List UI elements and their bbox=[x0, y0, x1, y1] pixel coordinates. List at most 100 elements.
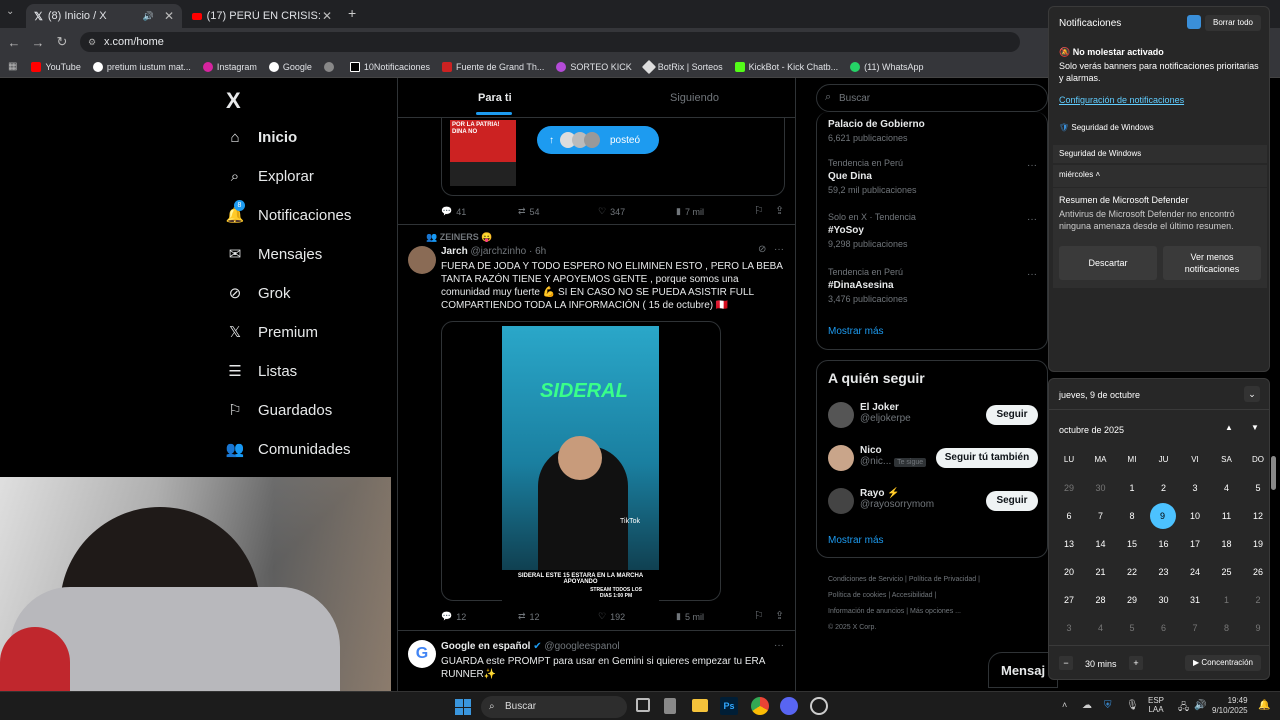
increase-focus-button[interactable]: + bbox=[1129, 656, 1143, 670]
avatar[interactable] bbox=[408, 246, 436, 274]
sidebar-item-mensajes[interactable]: ✉ Mensajes bbox=[226, 245, 323, 264]
close-tab-icon[interactable]: ✕ bbox=[164, 9, 174, 23]
author-name[interactable]: Jarch bbox=[441, 246, 468, 257]
new-posts-pill[interactable]: ↑ posteó bbox=[537, 126, 659, 154]
calendar-month[interactable]: octubre de 2025 bbox=[1059, 425, 1124, 435]
like-button[interactable]: ♡ 347 bbox=[598, 206, 625, 217]
sidebar-item-comunidades[interactable]: 👥 Comunidades bbox=[226, 440, 351, 459]
sidebar-item-inicio[interactable]: ⌂ Inicio bbox=[226, 128, 297, 146]
trend-item[interactable]: Tendencia en Perú #DinaAsesina 3,476 publi… bbox=[828, 267, 908, 304]
calendar-day[interactable]: 6 bbox=[1055, 511, 1083, 521]
avatar[interactable] bbox=[828, 488, 854, 514]
calendar-day[interactable]: 7 bbox=[1087, 511, 1115, 521]
security-row[interactable]: 🛡 Seguridad de Windows bbox=[1059, 123, 1154, 132]
sidebar-item-premium[interactable]: 𝕏 Premium bbox=[226, 323, 318, 342]
suggested-user[interactable]: Nico @nic... Te sigue bbox=[860, 445, 927, 467]
footer-link[interactable]: Más opciones ... bbox=[910, 608, 961, 615]
tab-x-home[interactable]: 𝕏 (8) Inicio / X 🔊 ✕ bbox=[26, 4, 182, 28]
author-name[interactable]: Google en español bbox=[441, 641, 530, 652]
close-tab-icon[interactable]: ✕ bbox=[322, 9, 332, 23]
share-button[interactable]: ⇪ bbox=[775, 609, 784, 622]
trend-item[interactable]: Solo en X · Tendencia #YoSoy 9,298 publica… bbox=[828, 212, 916, 249]
calendar-day[interactable]: 19 bbox=[1244, 539, 1272, 549]
bookmark-whatsapp[interactable]: (11) WhatsApp bbox=[850, 61, 923, 72]
calendar-day[interactable]: 8 bbox=[1118, 511, 1146, 521]
bookmark-button[interactable]: ⚐ bbox=[754, 609, 764, 622]
calendar-day[interactable]: 3 bbox=[1055, 623, 1083, 633]
notification-settings-link[interactable]: Configuración de notificaciones bbox=[1059, 95, 1184, 105]
next-month-icon[interactable]: ▼ bbox=[1251, 423, 1259, 432]
bookmark-globe[interactable] bbox=[323, 61, 338, 72]
calendar-day[interactable]: 17 bbox=[1181, 539, 1209, 549]
calendar-day[interactable]: 30 bbox=[1150, 595, 1178, 605]
trend-item[interactable]: Palacio de Gobierno 6,621 publicaciones bbox=[828, 116, 925, 143]
dismiss-button[interactable]: Descartar bbox=[1059, 246, 1157, 280]
reply-button[interactable]: 💬 41 bbox=[441, 206, 466, 217]
more-icon[interactable]: ··· bbox=[1027, 269, 1037, 280]
chevron-up-icon[interactable]: ˄ bbox=[1062, 700, 1067, 710]
calendar-day[interactable]: 30 bbox=[1087, 483, 1115, 493]
sidebar-item-grok[interactable]: ⊘ Grok bbox=[226, 284, 291, 303]
photoshop-icon[interactable]: Ps bbox=[720, 697, 738, 715]
calendar-day[interactable]: 16 bbox=[1150, 539, 1178, 549]
footer-link[interactable]: Información de anuncios bbox=[828, 608, 904, 615]
calendar-day[interactable]: 14 bbox=[1087, 539, 1115, 549]
focus-button[interactable]: ▶ Concentración bbox=[1185, 655, 1261, 671]
footer-link[interactable]: Política de Privacidad bbox=[909, 576, 976, 583]
views-button[interactable]: ▮ 5 mil bbox=[676, 611, 704, 622]
apps-icon[interactable]: ▦ bbox=[8, 61, 17, 72]
more-icon[interactable]: ··· bbox=[774, 244, 784, 255]
bookmark-instagram[interactable]: Instagram bbox=[202, 61, 257, 72]
trend-item[interactable]: Tendencia en Perú Que Dina 59,2 mil public… bbox=[828, 158, 917, 195]
sidebar-item-explorar[interactable]: ⌕ Explorar bbox=[226, 167, 314, 185]
microphone-icon[interactable]: 🎙 bbox=[1126, 700, 1139, 711]
calendar-day[interactable]: 1 bbox=[1213, 595, 1241, 605]
url-input[interactable]: ⚙ x.com/home bbox=[80, 32, 1020, 52]
author-handle[interactable]: @googleespanol bbox=[544, 641, 619, 652]
task-view-icon[interactable] bbox=[636, 698, 650, 712]
back-icon[interactable]: ← bbox=[2, 35, 26, 50]
shield-icon[interactable]: ⛨ bbox=[1104, 700, 1112, 711]
tab-search-icon[interactable]: ⌄ bbox=[6, 6, 14, 17]
calendar-day[interactable]: 12 bbox=[1244, 511, 1272, 521]
calendar-day[interactable]: 8 bbox=[1213, 623, 1241, 633]
bookmark-kickbot[interactable]: KickBot - Kick Chatb... bbox=[734, 61, 838, 72]
calendar-day[interactable]: 10 bbox=[1181, 511, 1209, 521]
suggested-user[interactable]: Rayo ⚡ @rayosorrymom bbox=[860, 488, 934, 510]
calendar-day[interactable]: 26 bbox=[1244, 567, 1272, 577]
bookmark-sorteo-kick[interactable]: SORTEO KICK bbox=[556, 61, 632, 72]
sidebar-item-notificaciones[interactable]: 🔔 8 Notificaciones bbox=[226, 200, 351, 224]
calendar-day[interactable]: 22 bbox=[1118, 567, 1146, 577]
app-icon[interactable] bbox=[664, 698, 676, 714]
bookmark-fuente[interactable]: Fuente de Grand Th... bbox=[441, 61, 544, 72]
show-fewer-button[interactable]: Ver menos notificaciones bbox=[1163, 246, 1261, 280]
like-button[interactable]: ♡ 192 bbox=[598, 611, 625, 622]
video-thumbnail[interactable]: SIDERAL TikTok SIDERAL ESTE 15 ESTARA EN… bbox=[502, 326, 659, 601]
post-image[interactable]: POR LA PATRIA! DINA NO bbox=[450, 120, 516, 186]
calendar-day[interactable]: 3 bbox=[1181, 483, 1209, 493]
follow-button[interactable]: Seguir bbox=[986, 491, 1038, 511]
tab-youtube[interactable]: (17) PERÚ EN CRISIS: FUERZA P... ✕ bbox=[184, 4, 340, 28]
follow-button[interactable]: Seguir bbox=[986, 405, 1038, 425]
show-more-link[interactable]: Mostrar más bbox=[828, 326, 884, 337]
calendar-day[interactable]: 9 bbox=[1244, 623, 1272, 633]
calendar-day[interactable]: 2 bbox=[1244, 595, 1272, 605]
calendar-day[interactable]: 15 bbox=[1118, 539, 1146, 549]
bookmark-botrix[interactable]: BotRix | Sorteos bbox=[641, 59, 723, 74]
sidebar-item-guardados[interactable]: ⚐ Guardados bbox=[226, 401, 332, 420]
x-logo[interactable]: X bbox=[226, 88, 241, 114]
calendar-day[interactable]: 4 bbox=[1213, 483, 1241, 493]
calendar-day[interactable]: 1 bbox=[1118, 483, 1146, 493]
day-group[interactable]: miércoles ˄ bbox=[1053, 165, 1267, 187]
calendar-day[interactable]: 4 bbox=[1087, 623, 1115, 633]
calendar-day[interactable]: 7 bbox=[1181, 623, 1209, 633]
repost-button[interactable]: ⇄ 54 bbox=[518, 206, 540, 217]
post-context[interactable]: 👥 ZEINERS 😛 bbox=[426, 232, 492, 243]
calendar-day[interactable]: 5 bbox=[1118, 623, 1146, 633]
network-icon[interactable]: 🖧 bbox=[1178, 700, 1189, 717]
suggested-user[interactable]: El Joker @eljokerpe bbox=[860, 402, 911, 424]
taskbar-search[interactable]: ⌕ Buscar bbox=[481, 696, 627, 718]
calendar-day[interactable]: 25 bbox=[1213, 567, 1241, 577]
calendar-day[interactable]: 6 bbox=[1150, 623, 1178, 633]
notification-icon[interactable]: 🔔 bbox=[1258, 700, 1270, 711]
